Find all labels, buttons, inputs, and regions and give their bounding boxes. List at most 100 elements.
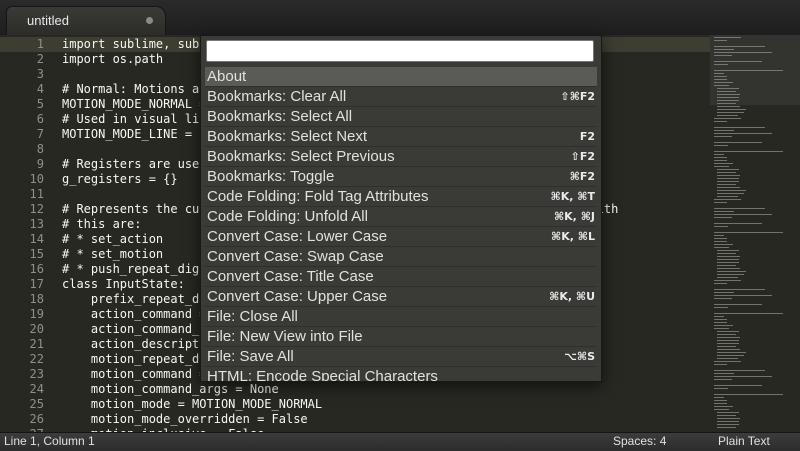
minimap-line <box>716 190 746 191</box>
line-number: 21 <box>29 337 44 351</box>
command-palette-item[interactable]: Bookmarks: Select Next F2 <box>205 127 597 147</box>
command-palette-item[interactable]: Bookmarks: Select All <box>205 107 597 127</box>
line-number: 8 <box>36 142 44 156</box>
minimap-line <box>714 397 724 398</box>
minimap-line <box>714 295 772 296</box>
code-line: motion_mode_overridden = False <box>62 412 308 426</box>
command-palette-item[interactable]: Convert Case: Upper Case ⌘K, ⌘U <box>205 287 597 307</box>
command-label: File: Close All <box>207 308 298 325</box>
minimap-line <box>716 424 740 425</box>
minimap-line <box>716 103 736 104</box>
command-label: Bookmarks: Clear All <box>207 88 347 105</box>
minimap-line <box>714 361 741 362</box>
code-line: motion_command_args = None <box>62 382 279 396</box>
minimap-line <box>716 427 736 428</box>
keyboard-shortcut: ⇧⌘F2 <box>560 90 595 103</box>
command-label: Convert Case: Upper Case <box>207 288 388 305</box>
minimap-line <box>714 55 732 56</box>
minimap-line <box>716 340 740 341</box>
minimap-line <box>714 400 727 401</box>
minimap-line <box>716 88 740 89</box>
minimap-line <box>716 262 740 263</box>
indentation-setting[interactable]: Spaces: 4 <box>613 434 666 448</box>
line-number: 11 <box>29 187 44 201</box>
minimap-line <box>714 127 766 128</box>
minimap-line <box>716 421 740 422</box>
minimap-line <box>716 181 740 182</box>
line-number: 12 <box>29 202 44 216</box>
command-palette-item[interactable]: File: New View into File <box>205 327 597 347</box>
minimap-line <box>714 79 727 80</box>
code-line: g_registers = {} <box>62 172 178 186</box>
line-number: 10 <box>29 172 44 186</box>
minimap-line <box>714 385 762 386</box>
minimap-line <box>714 325 733 326</box>
command-palette-item[interactable]: Convert Case: Title Case <box>205 267 597 287</box>
minimap-line <box>716 187 741 188</box>
command-palette-item[interactable]: Bookmarks: Clear All ⇧⌘F2 <box>205 87 597 107</box>
line-number: 24 <box>29 382 44 396</box>
command-palette-list[interactable]: About Bookmarks: Clear All ⇧⌘F2 Bookmarks: … <box>205 67 597 381</box>
command-label: About <box>207 68 247 85</box>
command-palette-item[interactable]: Bookmarks: Toggle ⌘F2 <box>205 167 597 187</box>
minimap-line <box>716 253 736 254</box>
minimap-line <box>716 271 746 272</box>
minimap-line <box>714 85 730 86</box>
minimap-line <box>716 331 740 332</box>
keyboard-shortcut: ⌘K, ⌘J <box>553 210 595 223</box>
line-number: 5 <box>36 97 44 111</box>
command-palette-item[interactable]: About <box>205 67 597 87</box>
status-bar: Line 1, Column 1 Spaces: 4 Plain Text <box>0 432 800 451</box>
line-number: 14 <box>29 232 44 246</box>
command-palette-input[interactable] <box>206 40 594 62</box>
minimap-line <box>714 328 730 329</box>
code-line: import os.path <box>62 52 164 66</box>
minimap-line <box>714 199 741 200</box>
minimap-line <box>714 292 734 293</box>
command-palette-item[interactable]: HTML: Encode Special Characters <box>205 367 597 381</box>
minimap-line <box>714 307 729 308</box>
command-label: File: Save All <box>207 348 294 365</box>
minimap-line <box>714 208 766 209</box>
command-label: Convert Case: Title Case <box>207 268 374 285</box>
minimap-line <box>714 223 762 224</box>
minimap-line <box>714 247 730 248</box>
command-label: Convert Case: Swap Case <box>207 248 384 265</box>
keyboard-shortcut: ⌘K, ⌘L <box>551 230 595 243</box>
command-palette-item[interactable]: Convert Case: Swap Case <box>205 247 597 267</box>
command-label: File: New View into File <box>207 328 363 345</box>
minimap-line <box>716 337 741 338</box>
minimap-line <box>716 175 741 176</box>
minimap[interactable] <box>710 35 800 432</box>
minimap-line <box>714 202 727 203</box>
minimap-line <box>714 403 727 404</box>
minimap-line <box>716 196 739 197</box>
minimap-line <box>714 130 734 131</box>
minimap-line <box>716 412 740 413</box>
command-palette-item[interactable]: Code Folding: Fold Tag Attributes ⌘K, ⌘T <box>205 187 597 207</box>
minimap-line <box>714 52 772 53</box>
minimap-line <box>716 115 739 116</box>
line-number-gutter: 1 2 3 4 5 6 7 8 9 10 11 12 13 14 15 16 17 18 19 20 21 22 23 24 2… <box>0 35 52 432</box>
minimap-line <box>714 280 741 281</box>
minimap-line <box>714 163 733 164</box>
command-label: Bookmarks: Select Previous <box>207 148 395 165</box>
command-palette-item[interactable]: File: Close All <box>205 307 597 327</box>
syntax-selector[interactable]: Plain Text <box>718 434 770 448</box>
minimap-line <box>716 277 739 278</box>
command-palette-item[interactable]: Code Folding: Unfold All ⌘K, ⌘J <box>205 207 597 227</box>
command-palette-item[interactable]: Bookmarks: Select Previous ⇧F2 <box>205 147 597 167</box>
minimap-line <box>714 46 766 47</box>
minimap-line <box>714 373 734 374</box>
command-palette-item[interactable]: Convert Case: Lower Case ⌘K, ⌘L <box>205 227 597 247</box>
line-number: 3 <box>36 67 44 81</box>
minimap-line <box>714 304 762 305</box>
line-number: 13 <box>29 217 44 231</box>
unsaved-dot-icon[interactable] <box>146 17 153 24</box>
minimap-line <box>714 49 734 50</box>
command-palette-item[interactable]: File: Save All ⌥⌘S <box>205 347 597 367</box>
tab-untitled[interactable]: untitled <box>6 6 166 35</box>
line-number: 2 <box>36 52 44 66</box>
minimap-line <box>714 388 729 389</box>
minimap-line <box>716 346 736 347</box>
